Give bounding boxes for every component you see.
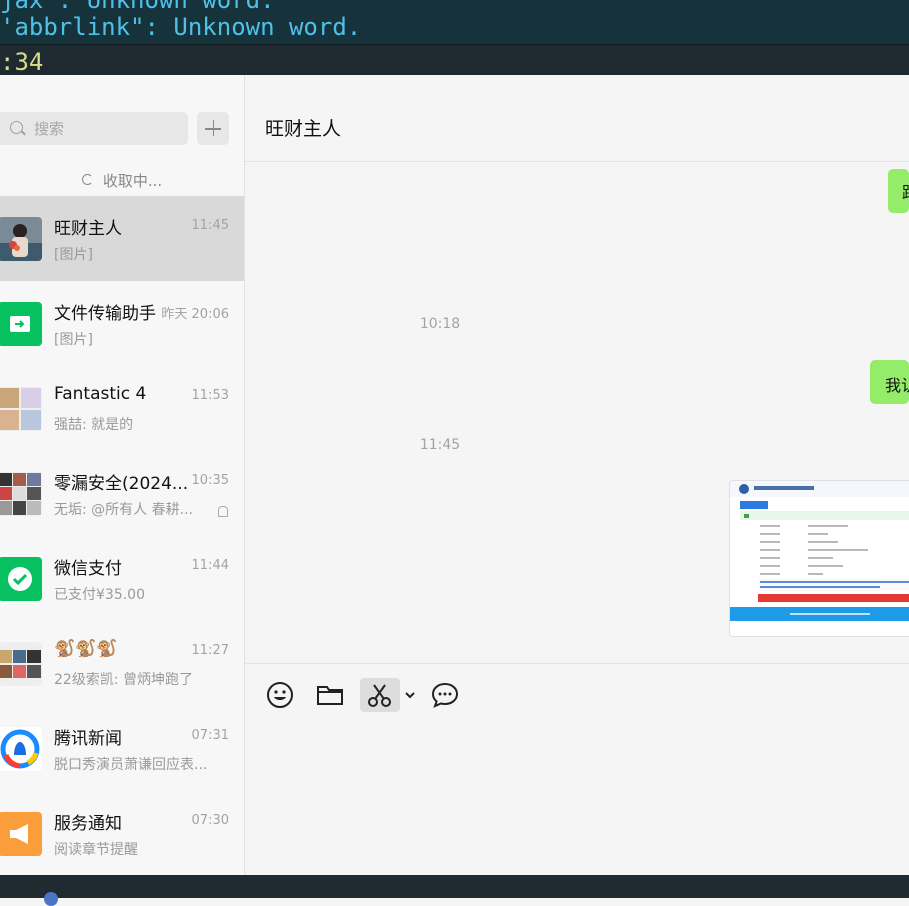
- conversation-item[interactable]: 腾讯新闻 07:31 脱口秀演员萧谦回应表...: [0, 706, 244, 791]
- message-timestamp: 11:45: [419, 437, 461, 453]
- conversation-preview: [图片]: [54, 332, 93, 348]
- wechat-window: 搜索 收取中... 旺财主人 11:45 [图片] 文件传输助手 昨天 20:0…: [0, 75, 909, 875]
- conversation-name: 🐒🐒🐒: [54, 639, 118, 659]
- conversation-name: 旺财主人: [54, 219, 122, 239]
- conversation-item[interactable]: 服务通知 07:30 阅读章节提醒: [0, 791, 244, 876]
- tencent-news-icon: [0, 727, 42, 771]
- conversation-time: 11:53: [191, 388, 229, 403]
- message-bubble[interactable]: 我认: [870, 360, 909, 404]
- search-icon: [10, 121, 23, 134]
- add-button[interactable]: [197, 112, 229, 145]
- taskbar: [0, 875, 909, 906]
- group-avatar: [0, 387, 42, 431]
- terminal-line-1: jax": Unknown word.: [0, 0, 275, 14]
- conversation-sidebar: 搜索 收取中... 旺财主人 11:45 [图片] 文件传输助手 昨天 20:0…: [0, 75, 245, 875]
- group-avatar: [0, 472, 42, 516]
- conversation-item[interactable]: 零漏安全(2024... 10:35 无垢: @所有人 春耕...: [0, 451, 244, 536]
- conversation-item[interactable]: 🐒🐒🐒 11:27 22级索凯: 曾炳坤跑了: [0, 621, 244, 706]
- conversation-name: 服务通知: [54, 814, 122, 834]
- terminal-line-3: :34: [0, 48, 44, 76]
- mute-bell-icon: [218, 506, 228, 517]
- conversation-preview: 脱口秀演员萧谦回应表...: [54, 757, 208, 773]
- search-input[interactable]: 搜索: [0, 112, 188, 145]
- conversation-time: 07:30: [191, 813, 229, 828]
- terminal-line-2: 'abbrlink": Unknown word.: [0, 13, 362, 41]
- avatar: [0, 217, 42, 261]
- scissors-icon: [368, 684, 391, 707]
- conversation-preview: 已支付¥35.00: [54, 587, 145, 603]
- conversation-time: 07:31: [191, 728, 229, 743]
- conversation-preview: 22级索凯: 曾炳坤跑了: [54, 672, 193, 688]
- conversation-time: 11:44: [191, 558, 229, 573]
- chevron-down-icon: [405, 692, 415, 699]
- emoji-button[interactable]: [263, 678, 297, 712]
- search-placeholder: 搜索: [34, 120, 65, 138]
- conversation-preview: 阅读章节提醒: [54, 842, 138, 858]
- file-button[interactable]: [313, 678, 347, 712]
- conversation-name: 微信支付: [54, 559, 122, 579]
- image-message[interactable]: [729, 480, 909, 637]
- conversation-time: 10:35: [191, 473, 229, 488]
- emoji-icon: [267, 682, 293, 708]
- conversation-preview: [图片]: [54, 247, 93, 263]
- conversation-name: 腾讯新闻: [54, 729, 122, 749]
- chat-history-button[interactable]: [428, 678, 462, 712]
- conversation-name: 零漏安全(2024...: [54, 474, 189, 494]
- chat-bubble-icon: [431, 682, 459, 708]
- loading-text: 收取中...: [102, 172, 163, 190]
- conversation-name: Fantastic 4: [54, 384, 147, 404]
- loading-spinner-icon: [81, 174, 93, 185]
- chat-title: 旺财主人: [265, 118, 342, 140]
- taskbar-app-icon[interactable]: [44, 892, 58, 906]
- conversation-preview: 无垢: @所有人 春耕...: [54, 502, 193, 518]
- message-bubble[interactable]: 跟: [888, 169, 909, 213]
- loading-status: 收取中...: [0, 170, 244, 191]
- group-avatar: [0, 642, 42, 686]
- input-divider: [245, 663, 909, 664]
- wechat-pay-icon: [0, 557, 42, 601]
- folder-icon: [317, 686, 343, 705]
- terminal-divider: [0, 44, 909, 45]
- megaphone-icon: [0, 812, 42, 856]
- conversation-time: 11:45: [191, 218, 229, 233]
- terminal-background: jax": Unknown word. 'abbrlink": Unknown …: [0, 0, 909, 76]
- conversation-preview: 强喆: 就是的: [54, 417, 134, 433]
- conversation-item[interactable]: 微信支付 11:44 已支付¥35.00: [0, 536, 244, 621]
- screenshot-options-button[interactable]: [401, 678, 419, 712]
- conversation-time: 11:27: [191, 643, 229, 658]
- message-timestamp: 10:18: [419, 316, 461, 332]
- chat-header: 旺财主人: [245, 75, 909, 162]
- screenshot-button[interactable]: [360, 678, 400, 712]
- chat-panel: 旺财主人 跟 10:18 我认 11:45: [245, 75, 909, 875]
- conversation-item[interactable]: 旺财主人 11:45 [图片]: [0, 196, 244, 281]
